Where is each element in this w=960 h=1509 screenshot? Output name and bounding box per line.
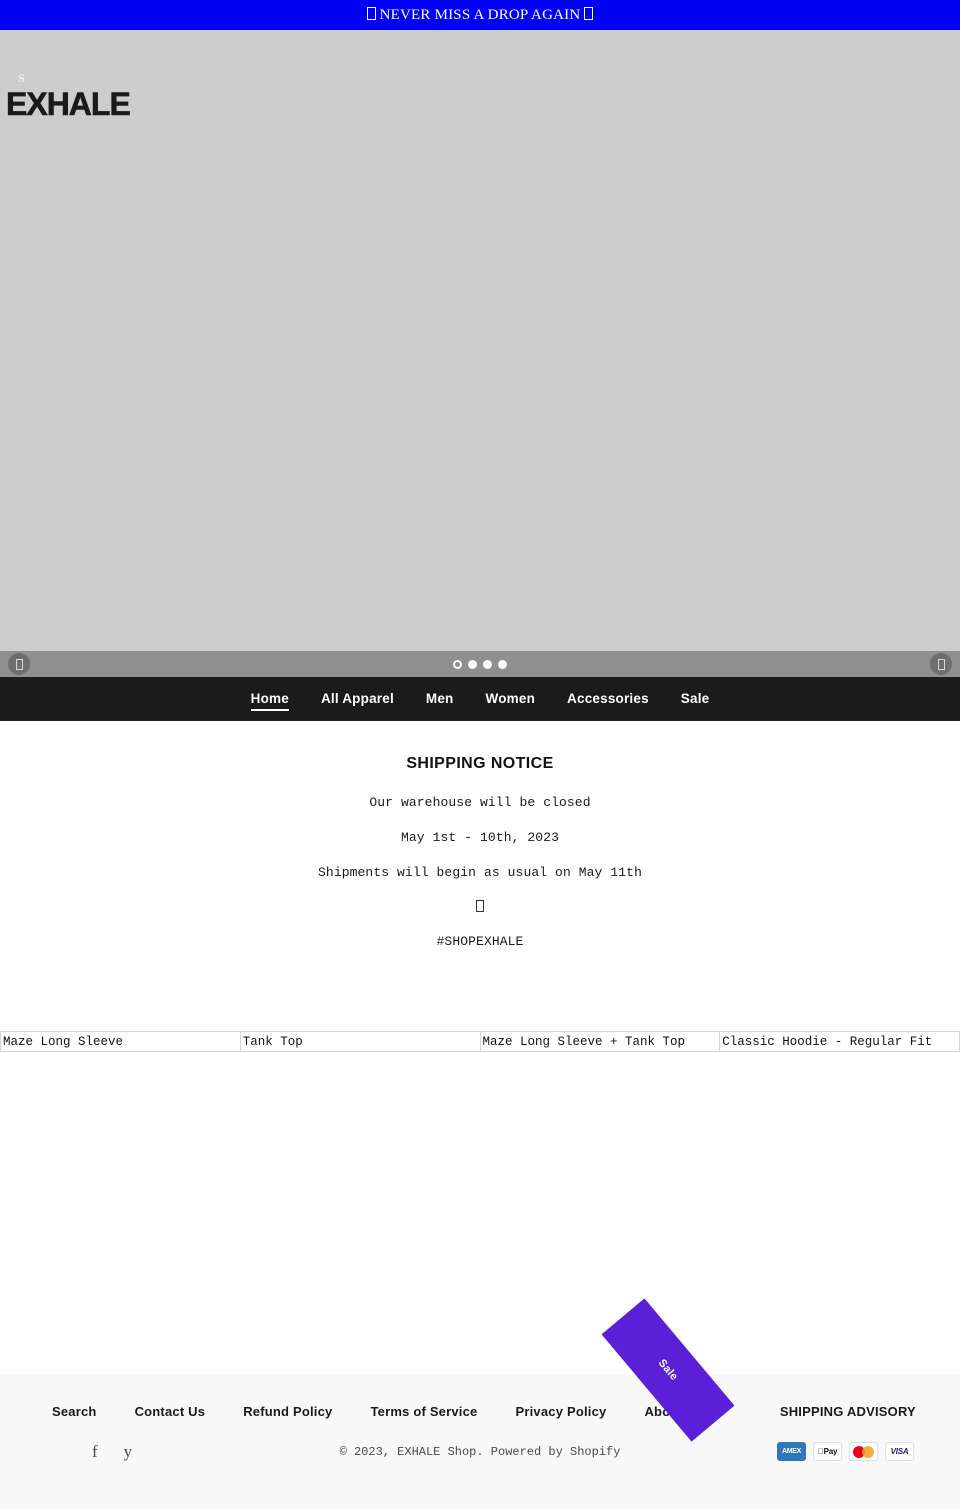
nav-item-women[interactable]: Women bbox=[470, 677, 552, 721]
announcement-label: NEVER MISS A DROP AGAIN bbox=[379, 6, 581, 23]
announcement-text: NEVER MISS A DROP AGAIN bbox=[363, 6, 598, 24]
apple-pay-icon: Pay bbox=[813, 1442, 842, 1461]
footer-bottom-bar: f y © 2023, EXHALE Shop. Powered by Shop… bbox=[0, 1442, 960, 1461]
shipping-notice-heading: SHIPPING NOTICE bbox=[406, 755, 554, 772]
shipping-notice-emoji bbox=[0, 900, 960, 916]
footer-link-contact-us[interactable]: Contact Us bbox=[135, 1404, 206, 1419]
site-footer: Search Contact Us Refund Policy Terms of… bbox=[0, 1374, 960, 1509]
site-logo[interactable]: S EXHALE bbox=[6, 71, 131, 122]
nav-item-accessories[interactable]: Accessories bbox=[551, 677, 665, 721]
emoji-placeholder-icon bbox=[584, 6, 594, 20]
emoji-placeholder-icon bbox=[476, 900, 484, 912]
carousel-dot-3[interactable] bbox=[483, 659, 492, 669]
product-title: Maze Long Sleeve + Tank Top bbox=[482, 1034, 686, 1049]
shipping-notice-section: SHIPPING NOTICE Our warehouse will be cl… bbox=[0, 721, 960, 987]
carousel-dot-1[interactable] bbox=[453, 659, 462, 669]
facebook-icon[interactable]: f bbox=[92, 1443, 98, 1460]
footer-link-list: Search Contact Us Refund Policy Terms of… bbox=[0, 1374, 960, 1419]
product-card[interactable]: Maze Long Sleeve + Tank Top bbox=[479, 1031, 721, 1052]
mastercard-icon bbox=[849, 1442, 878, 1461]
announcement-bar[interactable]: NEVER MISS A DROP AGAIN bbox=[0, 0, 960, 30]
shipping-notice-line-1: Our warehouse will be closed bbox=[369, 795, 591, 810]
footer-link-about-us[interactable]: About Us bbox=[644, 1404, 703, 1419]
product-card[interactable]: Classic Hoodie - Regular Fit bbox=[719, 1031, 960, 1052]
shipping-notice-line-3: Shipments will begin as usual on May 11t… bbox=[318, 865, 642, 880]
main-navigation: Home All Apparel Men Women Accessories S… bbox=[0, 677, 960, 721]
logo-sub-text: S bbox=[18, 71, 25, 85]
footer-link-refund-policy[interactable]: Refund Policy bbox=[243, 1404, 332, 1419]
product-grid: Maze Long Sleeve Tank Top Maze Long Slee… bbox=[0, 1031, 960, 1052]
nav-item-all-apparel[interactable]: All Apparel bbox=[305, 677, 410, 721]
twitter-icon[interactable]: y bbox=[124, 1443, 133, 1460]
carousel-dot-2[interactable] bbox=[468, 659, 477, 669]
product-card[interactable]: Maze Long Sleeve bbox=[0, 1031, 241, 1052]
nav-item-sale[interactable]: Sale bbox=[665, 677, 726, 721]
hero-slideshow[interactable]: S EXHALE bbox=[0, 30, 960, 677]
nav-item-men[interactable]: Men bbox=[410, 677, 470, 721]
footer-link-search[interactable]: Search bbox=[52, 1404, 97, 1419]
carousel-dots bbox=[453, 659, 507, 669]
chevron-right-icon bbox=[937, 658, 945, 670]
product-title: Classic Hoodie - Regular Fit bbox=[722, 1034, 933, 1049]
footer-link-terms-of-service[interactable]: Terms of Service bbox=[370, 1404, 477, 1419]
payment-methods: AMEX Pay VISA bbox=[777, 1442, 914, 1461]
amex-icon: AMEX bbox=[777, 1442, 806, 1461]
product-title: Maze Long Sleeve bbox=[3, 1034, 124, 1049]
product-title: Tank Top bbox=[242, 1034, 303, 1049]
shipping-notice-line-2: May 1st - 10th, 2023 bbox=[400, 830, 560, 845]
logo-main-text: EXHALE bbox=[6, 86, 131, 122]
page-root: NEVER MISS A DROP AGAIN S EXHALE Home Al… bbox=[0, 0, 960, 1509]
product-card[interactable]: Tank Top bbox=[239, 1031, 481, 1052]
footer-link-privacy-policy[interactable]: Privacy Policy bbox=[515, 1404, 606, 1419]
visa-icon: VISA bbox=[885, 1442, 914, 1461]
shipping-notice-hashtag: #SHOPEXHALE bbox=[436, 934, 524, 949]
carousel-prev-icon[interactable] bbox=[8, 653, 30, 675]
carousel-next-icon[interactable] bbox=[930, 653, 952, 675]
carousel-dot-4[interactable] bbox=[498, 659, 507, 669]
carousel-controls bbox=[0, 651, 960, 677]
emoji-placeholder-icon bbox=[366, 6, 376, 20]
chevron-left-icon bbox=[15, 658, 23, 670]
footer-link-shipping-advisory[interactable]: SHIPPING ADVISORY bbox=[780, 1404, 916, 1419]
nav-item-home[interactable]: Home bbox=[235, 677, 305, 721]
social-links: f y bbox=[92, 1443, 132, 1460]
